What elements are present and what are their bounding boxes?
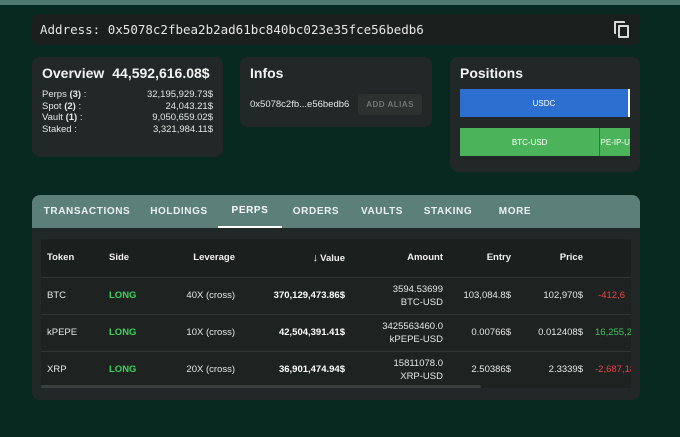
tab-staking[interactable]: STAKING [414, 195, 482, 228]
infos-title: Infos [250, 65, 284, 81]
copy-icon[interactable] [614, 20, 630, 39]
cell-amount: 3594.53699 BTC-USD [392, 283, 443, 308]
overview-row-vault: Vault (1) : 9,050,659.02$ [42, 112, 213, 123]
header-amount[interactable]: Amount [351, 239, 449, 277]
perps-table: Token Side Leverage ↓ Value Amount Entry … [41, 239, 631, 389]
overview-total: 44,592,616.08$ [112, 65, 210, 81]
position-segment-usdc[interactable]: USDC [460, 89, 630, 117]
sort-arrow-down-icon: ↓ [312, 251, 319, 264]
cell-entry: 0.00766$ [471, 327, 511, 338]
table-row[interactable]: kPEPE LONG 10X (cross) 42,504,391.41$ 34… [41, 314, 631, 351]
positions-card: Positions USDC BTC-USD PE-IP-U [450, 57, 640, 172]
header-pnl [589, 239, 631, 277]
overview-card: Overview 44,592,616.08$ Perps (3) : 32,1… [32, 57, 223, 157]
cell-token: BTC [47, 290, 66, 301]
overview-row-staked: Staked : 3,321,984.11$ [42, 123, 213, 135]
tab-vaults[interactable]: VAULTS [350, 195, 414, 228]
header-leverage[interactable]: Leverage [161, 239, 241, 277]
add-alias-button[interactable]: ADD ALIAS [358, 94, 422, 115]
tab-holdings[interactable]: HOLDINGS [140, 195, 218, 228]
short-address: 0x5078c2fb...e56bedb6 [250, 99, 350, 110]
cell-value: 42,504,391.41$ [278, 327, 345, 338]
cell-value: 370,129,473.86$ [273, 290, 345, 301]
table-row[interactable]: BTC LONG 40X (cross) 370,129,473.86$ 359… [41, 277, 631, 314]
cell-token: XRP [47, 364, 67, 376]
positions-bar-spot: USDC [460, 89, 630, 117]
top-accent-bar [0, 0, 680, 5]
position-segment-pe-ip-u[interactable]: PE-IP-U [599, 128, 630, 156]
tab-bar: TRANSACTIONS HOLDINGS PERPS ORDERS VAULT… [32, 195, 640, 228]
tab-orders[interactable]: ORDERS [282, 195, 350, 228]
cell-pnl: 16,255,28 [595, 327, 631, 338]
header-token[interactable]: Token [41, 239, 103, 277]
cell-price: 0.012408$ [538, 327, 583, 338]
table-row[interactable]: XRP LONG 20X (cross) 36,901,474.94$ 1581… [41, 351, 631, 388]
positions-title: Positions [460, 65, 524, 81]
cell-side: LONG [109, 364, 137, 376]
address-bar: Address: 0x5078c2fbea2b2ad61bc840bc023e3… [32, 14, 640, 45]
cell-entry: 103,084.8$ [463, 290, 511, 301]
tab-perps[interactable]: PERPS [218, 195, 282, 228]
cell-leverage: 10X (cross) [186, 327, 235, 338]
positions-bar-perps: BTC-USD PE-IP-U [460, 128, 630, 156]
cell-amount: 3425563460.0 kPEPE-USD [382, 320, 443, 345]
overview-title: Overview [42, 65, 105, 81]
tab-more[interactable]: MORE [482, 195, 548, 228]
infos-card: Infos 0x5078c2fb...e56bedb6 ADD ALIAS [240, 57, 432, 127]
tab-transactions[interactable]: TRANSACTIONS [34, 195, 140, 228]
table-header-row: Token Side Leverage ↓ Value Amount Entry … [41, 239, 631, 277]
address-text: Address: 0x5078c2fbea2b2ad61bc840bc023e3… [40, 22, 424, 37]
wallet-address: 0x5078c2fbea2b2ad61bc840bc023e35fce56bed… [107, 22, 424, 37]
overview-row-spot: Spot (2) : 24,043.21$ [42, 100, 213, 112]
cell-leverage: 40X (cross) [186, 290, 235, 301]
cell-entry: 2.50386$ [471, 364, 511, 376]
cell-side: LONG [109, 290, 137, 301]
header-value[interactable]: ↓ Value [241, 239, 351, 277]
header-entry[interactable]: Entry [449, 239, 517, 277]
overview-row-perps: Perps (3) : 32,195,929.73$ [42, 89, 213, 100]
cell-price: 2.3339$ [548, 364, 583, 376]
holdings-panel: TRANSACTIONS HOLDINGS PERPS ORDERS VAULT… [32, 195, 640, 400]
header-price[interactable]: Price [517, 239, 589, 277]
cell-pnl: -412,6 [598, 290, 625, 301]
header-side[interactable]: Side [103, 239, 161, 277]
cell-leverage: 20X (cross) [186, 364, 235, 376]
cell-side: LONG [109, 327, 137, 338]
cell-pnl: -2,687,18 [595, 364, 631, 376]
cell-price: 102,970$ [543, 290, 583, 301]
cell-value: 36,901,474.94$ [278, 364, 345, 376]
position-segment-btc-usd[interactable]: BTC-USD [460, 128, 600, 156]
cell-amount: 15811078.0 XRP-USD [393, 357, 444, 382]
horizontal-scrollbar[interactable] [41, 385, 481, 388]
cell-token: kPEPE [47, 327, 78, 338]
